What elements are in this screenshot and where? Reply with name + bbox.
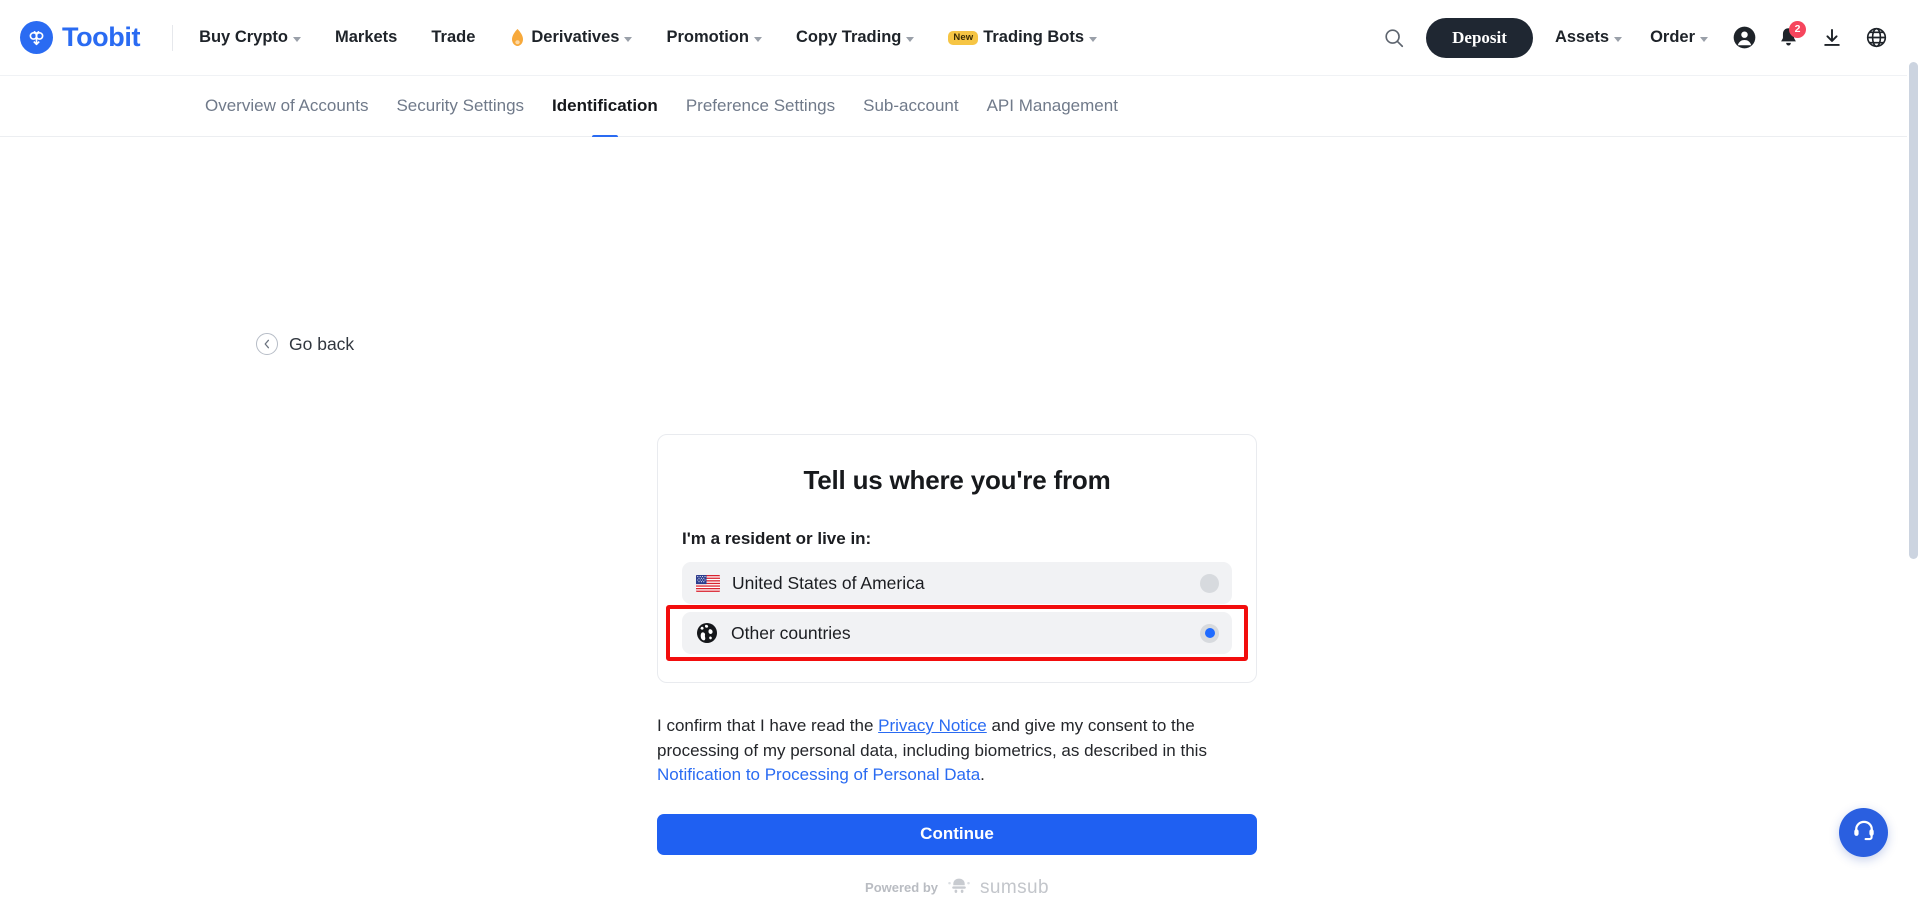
chevron-down-icon [1700, 36, 1708, 42]
new-badge: New [948, 30, 979, 45]
nav-item-label: Trading Bots [983, 28, 1085, 46]
nav-item-trading-bots[interactable]: New Trading Bots [931, 18, 1114, 58]
nav-item-markets[interactable]: Markets [318, 18, 414, 58]
continue-button[interactable]: Continue [657, 813, 1257, 855]
consent-part-1: I confirm that I have read the [657, 716, 879, 735]
notification-count-badge: 2 [1789, 20, 1806, 38]
notification-processing-link[interactable]: Notification to Processing of Personal D… [657, 765, 980, 784]
nav-item-label: Derivatives [531, 28, 620, 46]
identification-page: Go back Tell us where you're from I'm a … [0, 137, 1920, 902]
sub-nav-item-overview-of-accounts[interactable]: Overview of Accounts [205, 76, 382, 137]
brand-logo[interactable]: Toobit [20, 21, 140, 54]
kyc-country-card: Tell us where you're from I'm a resident… [657, 434, 1257, 683]
us-flag-icon [696, 574, 720, 592]
nav-item-label: Buy Crypto [199, 28, 288, 46]
search-icon[interactable] [1372, 16, 1416, 60]
nav-item-copy-trading[interactable]: Copy Trading [779, 18, 931, 58]
nav-item-trade[interactable]: Trade [414, 18, 492, 58]
page-title: Tell us where you're from [803, 465, 1111, 495]
nav-item-label: Promotion [666, 28, 749, 46]
toobit-logo-icon [20, 21, 53, 54]
nav-item-order[interactable]: Order [1636, 18, 1722, 58]
nav-item-label: Order [1650, 28, 1695, 46]
chevron-left-circle-icon [256, 333, 278, 355]
account-sub-navigation: Overview of Accounts Security Settings I… [0, 76, 1920, 137]
sumsub-logo-icon [947, 877, 971, 899]
nav-item-derivatives[interactable]: Derivatives [492, 18, 649, 58]
chevron-down-icon [624, 36, 633, 42]
nav-item-label: Markets [334, 28, 398, 46]
sumsub-wordmark: sumsub [980, 876, 1049, 898]
sub-nav-item-identification[interactable]: Identification [538, 76, 672, 137]
residency-question-label: I'm a resident or live in: [682, 529, 872, 548]
notification-bell-icon[interactable]: 2 [1766, 16, 1810, 60]
country-options-list: United States of America Other countries [666, 562, 1248, 661]
user-avatar-icon[interactable] [1722, 16, 1766, 60]
nav-item-promotion[interactable]: Promotion [649, 18, 779, 58]
powered-by-label: Powered by [865, 880, 939, 895]
nav-divider [172, 24, 174, 51]
download-icon[interactable] [1810, 16, 1854, 60]
nav-right-cluster: Deposit Assets Order 2 [1372, 16, 1898, 60]
radio-button-other-countries[interactable] [1200, 623, 1219, 643]
scrollbar-thumb[interactable] [1909, 62, 1918, 559]
kyc-widget: Tell us where you're from I'm a resident… [657, 434, 1257, 899]
support-chat-button[interactable] [1839, 808, 1888, 857]
top-navigation-bar: Toobit Buy Crypto Markets Trade Derivati… [0, 0, 1920, 76]
globe-icon [696, 622, 718, 644]
country-option-label: Other countries [731, 622, 851, 643]
deposit-button[interactable]: Deposit [1426, 17, 1533, 58]
chevron-down-icon [1614, 36, 1623, 42]
go-back-label: Go back [289, 333, 355, 354]
sub-nav-item-sub-account[interactable]: Sub-account [849, 76, 972, 137]
country-option-other-countries[interactable]: Other countries [682, 612, 1232, 654]
nav-item-label: Copy Trading [795, 28, 902, 46]
flame-icon [509, 28, 526, 48]
globe-language-icon[interactable] [1854, 16, 1898, 60]
sub-nav-item-api-management[interactable]: API Management [973, 76, 1132, 137]
headset-support-icon [1851, 817, 1877, 848]
consent-text: I confirm that I have read the Privacy N… [657, 714, 1257, 788]
page-scrollbar[interactable] [1907, 0, 1920, 903]
consent-part-3: . [980, 765, 985, 784]
country-option-other-wrap: Other countries [666, 605, 1248, 661]
country-option-label: United States of America [732, 572, 925, 593]
country-option-usa[interactable]: United States of America [682, 562, 1232, 604]
chevron-down-icon [753, 36, 762, 42]
privacy-notice-link[interactable]: Privacy Notice [878, 716, 987, 735]
chevron-down-icon [292, 36, 301, 42]
country-option-usa-wrap: United States of America [682, 562, 1232, 604]
go-back-button[interactable]: Go back [256, 333, 354, 355]
nav-item-assets[interactable]: Assets [1541, 18, 1636, 58]
chevron-down-icon [1089, 36, 1098, 42]
chevron-down-icon [906, 36, 915, 42]
nav-item-label: Trade [431, 28, 476, 46]
nav-item-label: Assets [1554, 28, 1610, 46]
nav-item-buy-crypto[interactable]: Buy Crypto [199, 18, 318, 58]
radio-button-usa[interactable] [1200, 573, 1219, 593]
brand-name: Toobit [62, 22, 141, 52]
powered-by-footer: Powered by sumsub [657, 877, 1257, 899]
main-nav-items: Buy Crypto Markets Trade Derivatives Pro… [199, 18, 1114, 58]
sub-nav-item-preference-settings[interactable]: Preference Settings [672, 76, 849, 137]
sub-nav-item-security-settings[interactable]: Security Settings [382, 76, 538, 137]
